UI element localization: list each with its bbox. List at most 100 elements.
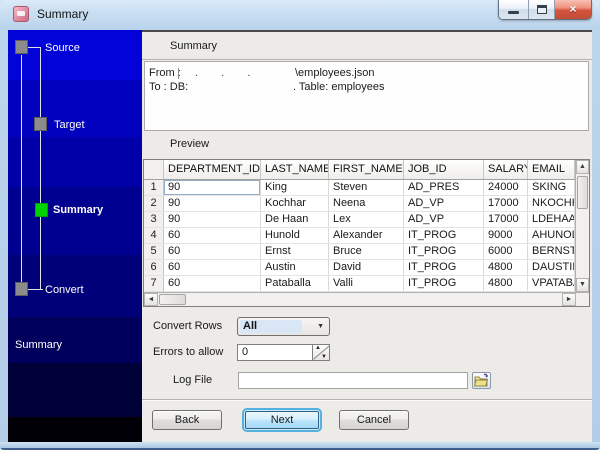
window-bottom-border [0, 442, 600, 450]
scroll-left-icon: ◄ [147, 296, 155, 303]
table-cell[interactable]: 9000 [484, 228, 528, 243]
divider [142, 399, 592, 401]
scroll-left-button[interactable]: ◄ [144, 293, 158, 306]
table-cell[interactable]: 60 [164, 260, 261, 275]
table-cell[interactable]: Kochhar [261, 196, 329, 211]
window-controls: × [498, 0, 592, 20]
table-cell[interactable]: 24000 [484, 180, 528, 195]
table-cell[interactable]: 17000 [484, 212, 528, 227]
convert-rows-select[interactable]: All ▼ [237, 317, 330, 336]
table-cell[interactable]: 60 [164, 228, 261, 243]
table-cell[interactable]: 4800 [484, 276, 528, 291]
table-cell[interactable]: 60 [164, 276, 261, 291]
table-cell[interactable]: 90 [164, 196, 261, 211]
table-cell[interactable]: 17000 [484, 196, 528, 211]
table-row[interactable]: 2 90 Kochhar Neena AD_VP 17000 NKOCHH [144, 196, 575, 212]
table-row[interactable]: 760PataballaValliIT_PROG4800VPATABA [144, 276, 575, 292]
row-number: 2 [144, 196, 164, 211]
step-marker-summary[interactable] [35, 203, 48, 217]
scroll-right-button[interactable]: ► [562, 293, 576, 306]
log-file-input[interactable] [238, 372, 468, 389]
next-button[interactable]: Next [245, 411, 319, 429]
table-cell[interactable]: Alexander [329, 228, 404, 243]
table-cell[interactable]: 60 [164, 244, 261, 259]
errors-to-allow-stepper[interactable]: 0 ▲ ▼ [237, 344, 330, 361]
connector-line [28, 289, 43, 290]
table-row[interactable]: 1 90 King Steven AD_PRES 24000 SKING [144, 180, 575, 196]
step-marker-source[interactable] [15, 40, 28, 54]
column-header-first_name[interactable]: FIRST_NAME [329, 160, 404, 179]
scroll-right-icon: ► [565, 296, 573, 303]
close-button[interactable]: × [555, 0, 591, 19]
table-cell[interactable]: AD_VP [404, 212, 484, 227]
summary-caption: Summary [170, 40, 218, 52]
sidebar-item-summary[interactable]: Summary [53, 204, 103, 216]
maximize-button[interactable] [529, 0, 555, 19]
table-row[interactable]: 390De HaanLexAD_VP17000LDEHAAN [144, 212, 575, 228]
table-cell[interactable]: Lex [329, 212, 404, 227]
back-button[interactable]: Back [152, 410, 222, 430]
table-cell[interactable]: 90 [164, 212, 261, 227]
table-cell[interactable]: 6000 [484, 244, 528, 259]
row-number: 1 [144, 180, 164, 195]
table-cell[interactable]: AD_VP [404, 196, 484, 211]
column-header-salary[interactable]: SALARY [484, 160, 528, 179]
scroll-up-button[interactable]: ▲ [576, 160, 589, 174]
column-header-last_name[interactable]: LAST_NAME [261, 160, 329, 179]
table-cell[interactable]: Neena [329, 196, 404, 211]
table-row[interactable]: 660AustinDavidIT_PROG4800DAUSTIN [144, 260, 575, 276]
table-cell[interactable]: NKOCHH [528, 196, 575, 211]
table-cell[interactable]: Steven [329, 180, 404, 195]
step-marker-target[interactable] [34, 117, 47, 131]
scroll-down-icon: ▼ [579, 281, 586, 288]
sidebar-item-source[interactable]: Source [45, 42, 80, 54]
table-row[interactable]: 4 60 Hunold Alexander IT_PROG 9000 AHUNOL [144, 228, 575, 244]
preview-grid: DEPARTMENT_ID LAST_NAME FIRST_NAME JOB_ID SA… [143, 159, 590, 307]
row-number: 7 [144, 276, 164, 291]
table-cell[interactable]: 90 [164, 180, 261, 195]
grid-corner-cell [144, 160, 164, 179]
sidebar-item-target[interactable]: Target [54, 119, 85, 131]
column-header-department_id[interactable]: DEPARTMENT_ID [164, 160, 261, 179]
column-header-job_id[interactable]: JOB_ID [404, 160, 484, 179]
table-cell[interactable]: DAUSTIN [528, 260, 575, 275]
table-cell[interactable]: 4800 [484, 260, 528, 275]
table-cell[interactable]: Austin [261, 260, 329, 275]
wizard-window: Summary × Source Target Summary Convert … [0, 0, 600, 450]
table-cell[interactable]: AHUNOL [528, 228, 575, 243]
horizontal-scrollbar[interactable]: ◄ ► [144, 292, 589, 306]
app-icon [13, 6, 29, 22]
table-cell[interactable]: Valli [329, 276, 404, 291]
column-header-email[interactable]: EMAIL [528, 160, 575, 179]
to-label: To : DB: [149, 81, 189, 93]
table-cell[interactable]: BERNST [528, 244, 575, 259]
scroll-down-button[interactable]: ▼ [576, 278, 589, 292]
table-cell[interactable]: AD_PRES [404, 180, 484, 195]
cancel-button[interactable]: Cancel [339, 410, 409, 430]
browse-log-file-button[interactable] [472, 372, 491, 389]
table-cell[interactable]: Bruce [329, 244, 404, 259]
table-cell[interactable]: SKING [528, 180, 575, 195]
table-cell[interactable]: King [261, 180, 329, 195]
table-cell[interactable]: IT_PROG [404, 244, 484, 259]
next-button-focus-ring: Next [242, 408, 322, 432]
step-marker-convert[interactable] [15, 282, 28, 296]
table-cell[interactable]: Hunold [261, 228, 329, 243]
table-cell[interactable]: David [329, 260, 404, 275]
spinner-buttons[interactable]: ▲ ▼ [312, 345, 330, 360]
horizontal-scroll-thumb[interactable] [159, 294, 186, 305]
table-cell[interactable]: De Haan [261, 212, 329, 227]
vertical-scroll-thumb[interactable] [577, 176, 588, 209]
sidebar-item-convert[interactable]: Convert [45, 284, 84, 296]
connector-line [40, 47, 41, 289]
table-cell[interactable]: LDEHAAN [528, 212, 575, 227]
table-cell[interactable]: IT_PROG [404, 276, 484, 291]
table-cell[interactable]: Ernst [261, 244, 329, 259]
table-cell[interactable]: IT_PROG [404, 228, 484, 243]
minimize-button[interactable] [499, 0, 529, 19]
table-cell[interactable]: Pataballa [261, 276, 329, 291]
table-cell[interactable]: IT_PROG [404, 260, 484, 275]
table-cell[interactable]: VPATABA [528, 276, 575, 291]
vertical-scrollbar[interactable]: ▲ ▼ [575, 160, 589, 292]
table-row[interactable]: 5 60 Ernst Bruce IT_PROG 6000 BERNST [144, 244, 575, 260]
